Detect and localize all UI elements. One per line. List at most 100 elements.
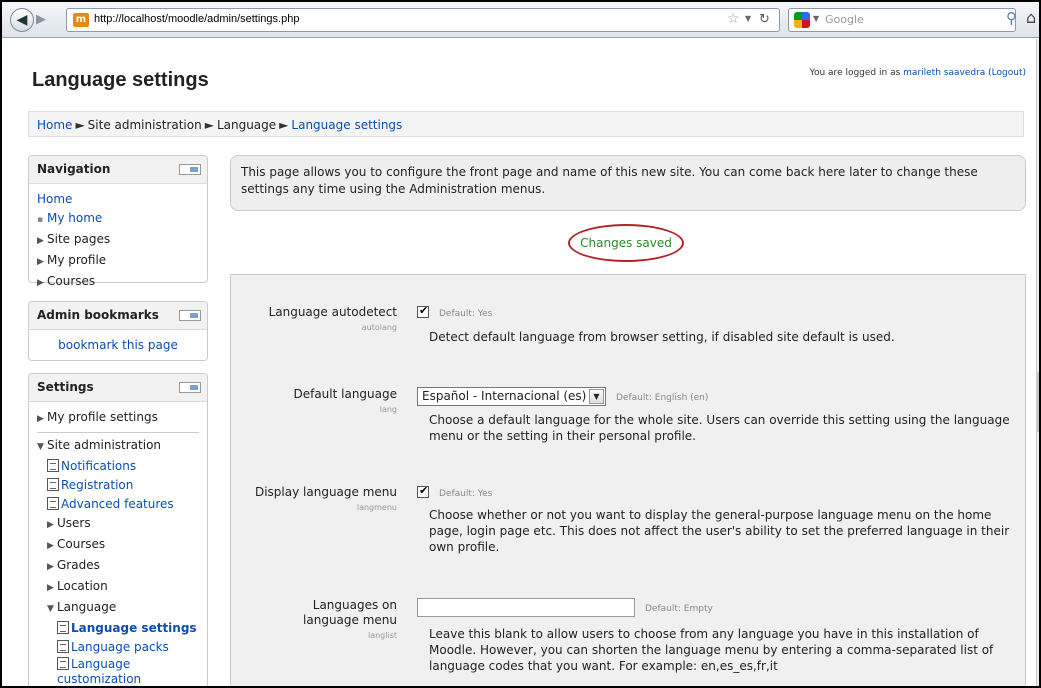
setting-default: Default: English (en) bbox=[616, 393, 709, 403]
admin-registration[interactable]: Registration bbox=[61, 478, 133, 492]
bookmark-star-icon[interactable]: ☆ bbox=[727, 11, 740, 27]
autolang-checkbox[interactable] bbox=[417, 304, 429, 318]
dock-icon[interactable] bbox=[179, 382, 201, 393]
page-title: Language settings bbox=[32, 69, 209, 91]
expand-arrow-icon[interactable]: ▶ bbox=[37, 410, 47, 429]
user-link[interactable]: marileth saavedra bbox=[903, 68, 985, 78]
collapse-arrow-icon[interactable]: ▼ bbox=[37, 438, 47, 457]
expand-arrow-icon[interactable]: ▶ bbox=[47, 516, 57, 535]
expand-arrow-icon[interactable]: ▶ bbox=[37, 253, 47, 272]
home-icon[interactable]: ⌂ bbox=[1026, 8, 1036, 27]
langmenu-checkbox[interactable] bbox=[417, 484, 429, 498]
language-customization-link[interactable]: Language customization bbox=[57, 657, 141, 686]
setting-default: Default: Empty bbox=[645, 604, 713, 614]
login-prefix: You are logged in as bbox=[809, 68, 901, 78]
admin-language[interactable]: Language bbox=[57, 600, 116, 614]
browser-toolbar: ◀ ▶ m http://localhost/moodle/admin/sett… bbox=[2, 2, 1039, 38]
admin-advanced-features[interactable]: Advanced features bbox=[61, 497, 174, 511]
site-administration[interactable]: Site administration bbox=[47, 438, 161, 452]
admin-grades[interactable]: Grades bbox=[57, 558, 100, 572]
nav-site-pages[interactable]: Site pages bbox=[47, 232, 110, 246]
admin-courses[interactable]: Courses bbox=[57, 537, 105, 551]
breadcrumb: Home ► Site administration ► Language ► Langua… bbox=[28, 111, 1024, 137]
nav-my-profile[interactable]: My profile bbox=[47, 253, 106, 267]
login-info: You are logged in as marileth saavedra (… bbox=[810, 68, 1026, 78]
search-engine-dropdown-icon[interactable]: ▼ bbox=[813, 14, 819, 23]
search-bar[interactable]: ▼ Google bbox=[788, 8, 1016, 32]
navigation-tree: Home ▪ My home ▶ Site pages ▶ My profile ▶ C… bbox=[29, 184, 207, 299]
chevron-down-icon[interactable]: ▼ bbox=[589, 389, 604, 404]
url-bar[interactable]: m http://localhost/moodle/admin/settings… bbox=[66, 8, 780, 32]
breadcrumb-separator-icon: ► bbox=[204, 118, 214, 132]
page-icon bbox=[57, 621, 69, 634]
reload-icon[interactable]: ↻ bbox=[759, 12, 770, 27]
url-text[interactable]: http://localhost/moodle/admin/settings.p… bbox=[94, 13, 299, 25]
language-packs-link[interactable]: Language packs bbox=[71, 640, 169, 654]
nav-buttons: ◀ ▶ bbox=[10, 8, 64, 32]
forward-button[interactable]: ▶ bbox=[36, 12, 56, 28]
nav-my-home[interactable]: My home bbox=[47, 211, 102, 225]
breadcrumb-language-settings[interactable]: Language settings bbox=[291, 118, 402, 132]
bookmarks-block-header: Admin bookmarks bbox=[29, 302, 207, 330]
collapse-arrow-icon[interactable]: ▼ bbox=[47, 600, 57, 619]
page-icon bbox=[47, 459, 59, 472]
setting-key: langlist bbox=[367, 631, 397, 640]
setting-label: Default language lang bbox=[293, 387, 397, 417]
moodle-favicon-icon: m bbox=[73, 13, 89, 27]
expand-arrow-icon[interactable]: ▶ bbox=[47, 558, 57, 577]
settings-tree: ▶ My profile settings ▼ Site administratio… bbox=[29, 402, 207, 686]
page-icon bbox=[57, 657, 69, 670]
expand-arrow-icon[interactable]: ▶ bbox=[47, 579, 57, 598]
setting-default: Default: Yes bbox=[439, 489, 493, 499]
bullet-icon: ▪ bbox=[37, 215, 44, 225]
admin-notifications[interactable]: Notifications bbox=[61, 459, 136, 473]
settings-title: Settings bbox=[37, 380, 94, 394]
dock-icon[interactable] bbox=[179, 164, 201, 175]
bookmarks-title: Admin bookmarks bbox=[37, 308, 159, 322]
setting-description: Choose whether or not you want to displa… bbox=[429, 508, 1010, 554]
back-button[interactable]: ◀ bbox=[10, 8, 34, 32]
nav-courses[interactable]: Courses bbox=[47, 274, 95, 288]
my-profile-settings[interactable]: My profile settings bbox=[47, 410, 158, 424]
expand-arrow-icon[interactable]: ▶ bbox=[47, 537, 57, 556]
admin-bookmarks-block: Admin bookmarks bookmark this page bbox=[28, 301, 208, 361]
dock-icon[interactable] bbox=[179, 310, 201, 321]
page-scrollbar[interactable] bbox=[1036, 39, 1039, 686]
url-dropdown-icon[interactable]: ▼ bbox=[745, 14, 751, 23]
scrollbar-thumb[interactable] bbox=[1036, 372, 1039, 432]
settings-block: Settings ▶ My profile settings ▼ Site admi… bbox=[28, 373, 208, 686]
setting-key: langmenu bbox=[356, 503, 397, 512]
language-list-input[interactable] bbox=[417, 598, 635, 617]
expand-arrow-icon[interactable]: ▶ bbox=[37, 232, 47, 251]
setting-description: Detect default language from browser set… bbox=[429, 330, 895, 344]
logout-link[interactable]: (Logout) bbox=[988, 68, 1026, 78]
page-icon bbox=[47, 497, 59, 510]
search-icon[interactable]: ⚲ bbox=[1006, 9, 1017, 27]
divider bbox=[37, 432, 199, 433]
navigation-title: Navigation bbox=[37, 162, 111, 176]
search-input[interactable]: Google bbox=[825, 13, 864, 26]
setting-description: Leave this blank to allow users to choos… bbox=[429, 627, 994, 673]
breadcrumb-home[interactable]: Home bbox=[37, 118, 72, 132]
navigation-block: Navigation Home ▪ My home ▶ Site pages ▶ My… bbox=[28, 155, 208, 288]
google-icon[interactable] bbox=[794, 12, 810, 28]
setting-key: autolang bbox=[361, 323, 397, 332]
bookmark-this-page-link[interactable]: bookmark this page bbox=[58, 338, 178, 352]
expand-arrow-icon[interactable]: ▶ bbox=[37, 274, 47, 293]
admin-users[interactable]: Users bbox=[57, 516, 91, 530]
page-icon bbox=[47, 478, 59, 491]
setting-default: Default: Yes bbox=[439, 309, 493, 319]
page-content: Language settings You are logged in as m… bbox=[2, 39, 1036, 686]
breadcrumb-language[interactable]: Language bbox=[217, 118, 276, 132]
nav-home[interactable]: Home bbox=[37, 192, 72, 206]
changes-saved-message: Changes saved bbox=[568, 224, 684, 262]
admin-location[interactable]: Location bbox=[57, 579, 108, 593]
breadcrumb-site-admin[interactable]: Site administration bbox=[88, 118, 202, 132]
breadcrumb-separator-icon: ► bbox=[75, 118, 85, 132]
setting-label: Language autodetect autolang bbox=[269, 305, 397, 335]
intro-notice: This page allows you to configure the fr… bbox=[230, 155, 1026, 211]
breadcrumb-separator-icon: ► bbox=[279, 118, 289, 132]
setting-key: lang bbox=[379, 405, 397, 414]
language-settings-link[interactable]: Language settings bbox=[71, 621, 197, 635]
default-language-select[interactable]: Español - Internacional (es) ▼ bbox=[417, 387, 606, 406]
